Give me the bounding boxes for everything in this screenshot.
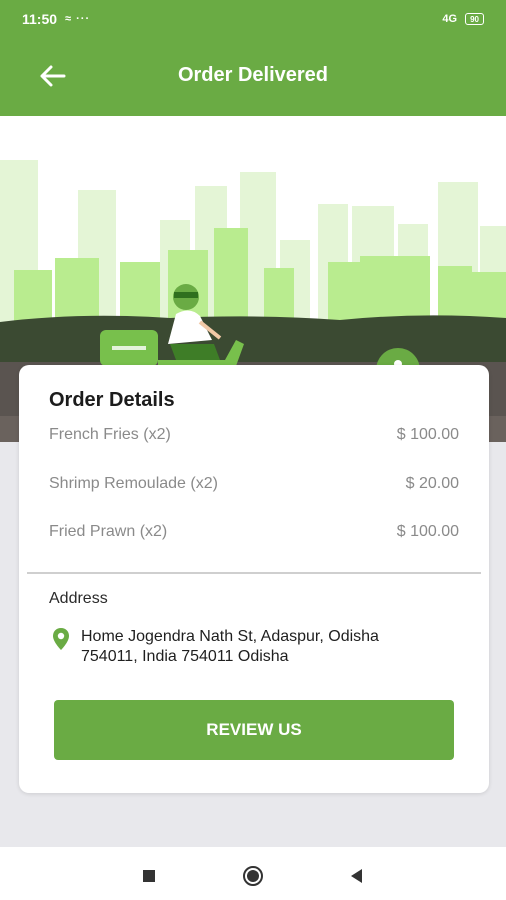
status-bar: 11:50 ≈ ··· 4G 90 (0, 0, 506, 38)
system-nav-bar (0, 847, 506, 900)
review-us-button[interactable]: REVIEW US (54, 700, 454, 760)
battery-icon: 90 (465, 13, 484, 25)
signal-icon: 4G (442, 13, 458, 25)
order-item-row: French Fries (x2) $ 100.00 (49, 423, 459, 447)
app-bar: Order Delivered (0, 38, 506, 116)
battery-level: 90 (470, 14, 479, 24)
order-item-row: Shrimp Remoulade (x2) $ 20.00 (49, 472, 459, 496)
home-icon[interactable] (242, 865, 264, 887)
address-line-2: 754011, India 754011 Odisha (81, 648, 289, 665)
order-item-price: $ 100.00 (396, 426, 459, 443)
order-details-card: Order Details French Fries (x2) $ 100.00… (19, 365, 489, 793)
address-line-1: Home Jogendra Nath St, Adaspur, Odisha (81, 628, 379, 645)
address-text: Home Jogendra Nath St, Adaspur, Odisha 7… (81, 627, 471, 667)
order-details-heading: Order Details (49, 389, 175, 411)
address-label: Address (49, 590, 108, 607)
order-item-price: $ 100.00 (396, 523, 459, 540)
order-item-price: $ 20.00 (405, 475, 459, 492)
back-icon[interactable] (346, 865, 368, 887)
wifi-icon: ≈ ··· (65, 13, 91, 25)
page-title: Order Delivered (177, 64, 329, 86)
recent-apps-icon[interactable] (138, 865, 160, 887)
order-item-row: Fried Prawn (x2) $ 100.00 (49, 520, 459, 544)
divider (27, 572, 481, 574)
order-item-name: Fried Prawn (x2) (49, 523, 168, 540)
order-item-name: Shrimp Remoulade (x2) (49, 475, 218, 492)
order-item-name: French Fries (x2) (49, 426, 171, 443)
location-pin-icon (51, 627, 71, 651)
status-time: 11:50 (22, 11, 58, 27)
